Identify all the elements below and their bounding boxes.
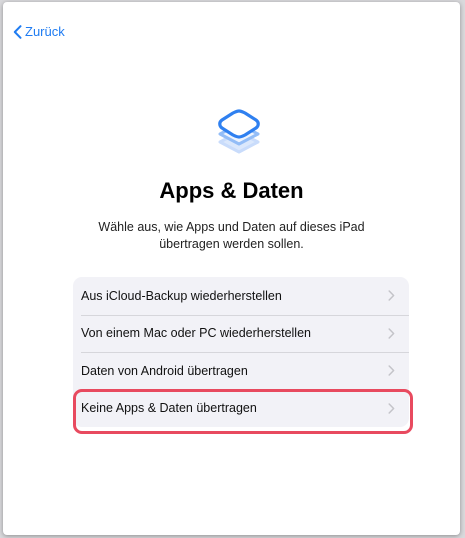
- page-subtitle: Wähle aus, wie Apps und Daten auf dieses…: [98, 220, 365, 251]
- chevron-right-icon: [388, 328, 395, 339]
- option-no-transfer[interactable]: Keine Apps & Daten übertragen: [73, 389, 409, 428]
- transfer-options-list: Aus iCloud-Backup wiederherstellen Von e…: [73, 277, 409, 427]
- option-mac-pc[interactable]: Von einem Mac oder PC wiederherstellen: [73, 314, 409, 353]
- option-label: Daten von Android übertragen: [81, 363, 248, 378]
- apps-data-layers-icon: [218, 109, 260, 154]
- option-android[interactable]: Daten von Android übertragen: [73, 352, 409, 390]
- option-label: Aus iCloud-Backup wiederherstellen: [81, 288, 282, 303]
- chevron-left-icon: [13, 24, 22, 39]
- chevron-right-icon: [388, 403, 395, 414]
- option-label: Von einem Mac oder PC wiederherstellen: [81, 326, 311, 341]
- setup-screen: Zurück Apps & Daten Wähle aus, wie Apps …: [3, 2, 460, 535]
- back-label: Zurück: [25, 24, 65, 39]
- option-label: Keine Apps & Daten übertragen: [81, 401, 257, 416]
- chevron-right-icon: [388, 290, 395, 301]
- back-button[interactable]: Zurück: [13, 24, 65, 39]
- page-title: Apps & Daten: [159, 178, 304, 203]
- option-icloud-backup[interactable]: Aus iCloud-Backup wiederherstellen: [73, 277, 409, 315]
- chevron-right-icon: [388, 365, 395, 376]
